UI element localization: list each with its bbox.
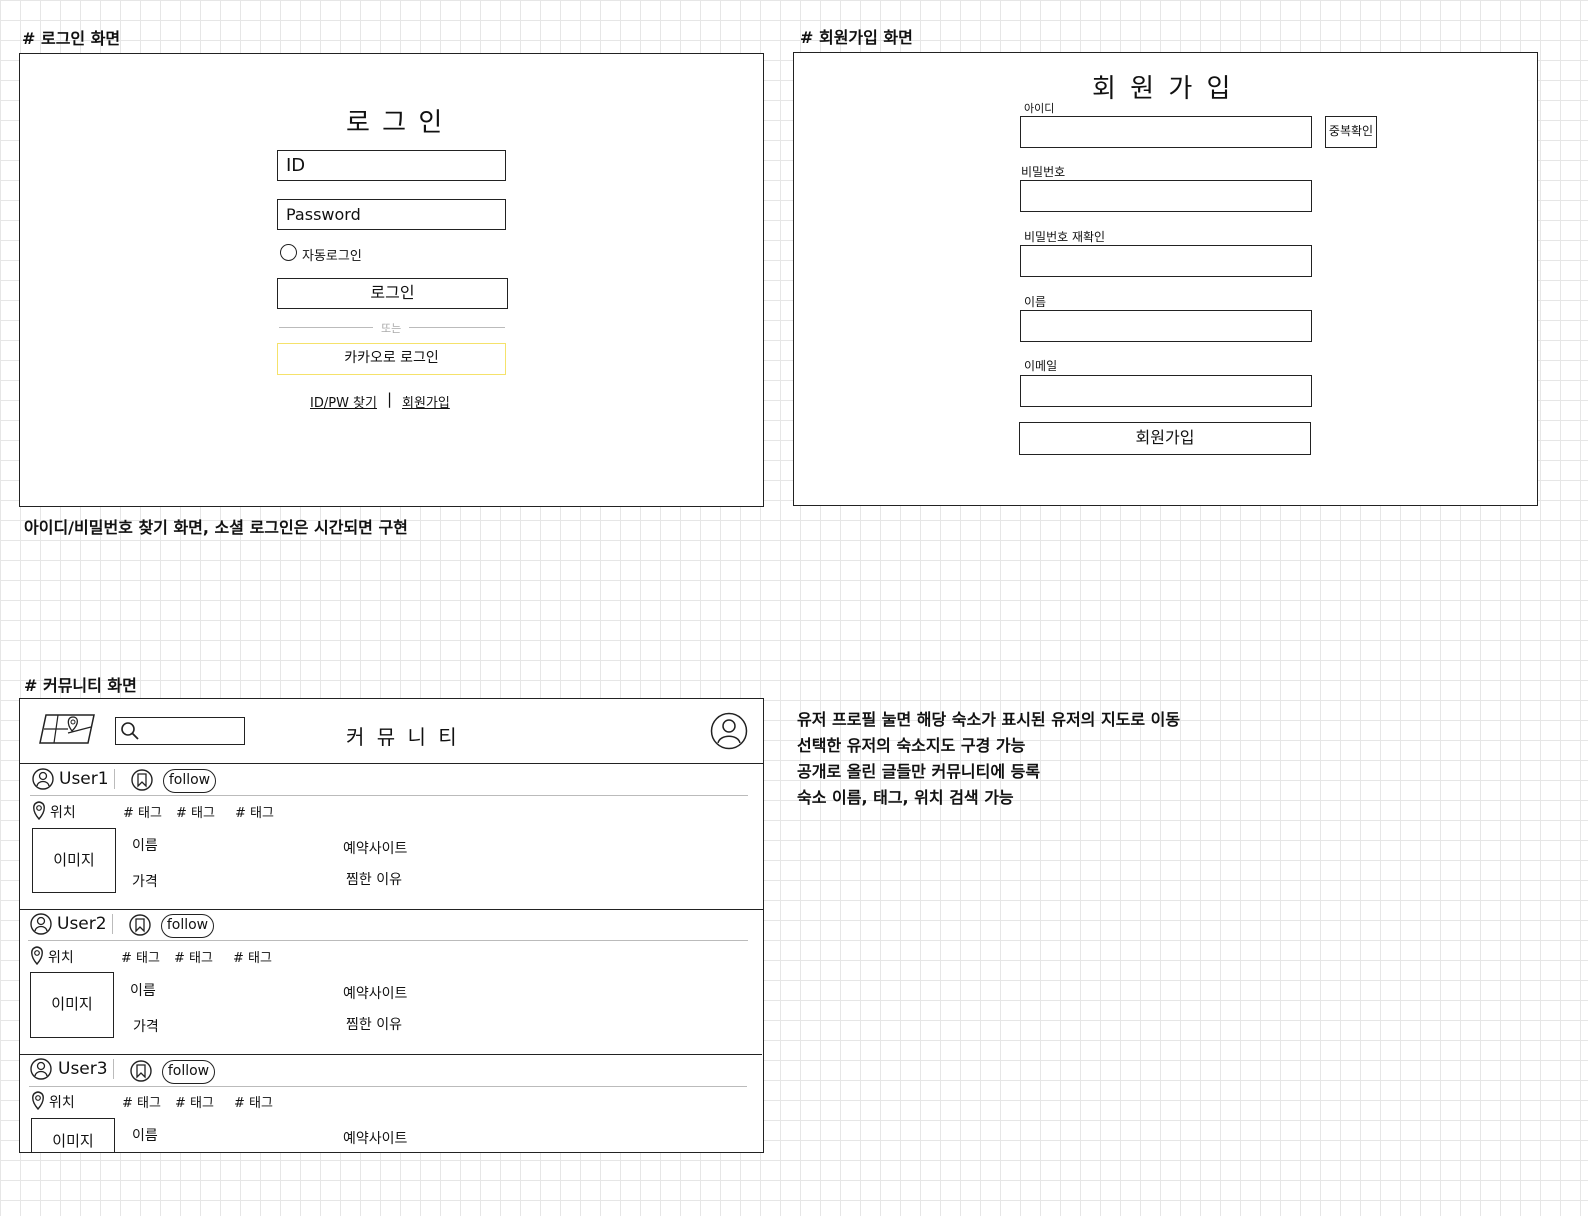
post-name: 이름 [132, 1128, 158, 1144]
signup-id-input[interactable] [1020, 116, 1312, 148]
post-header-divider [30, 795, 748, 796]
post-name: 이름 [132, 838, 158, 854]
id-input[interactable]: ID [277, 150, 506, 181]
bookmark-icon[interactable] [131, 769, 153, 791]
username-divider [113, 1059, 114, 1079]
map-logo-icon[interactable] [38, 713, 96, 745]
post-reason: 찜한 이유 [346, 872, 402, 888]
note-line: 숙소 이름, 태그, 위치 검색 가능 [797, 788, 1014, 807]
post-tag[interactable]: # 태그 [123, 802, 162, 821]
auto-login-label: 자동로그인 [302, 249, 362, 264]
signup-email-input[interactable] [1020, 375, 1312, 407]
community-notes: 유저 프로필 눌면 해당 숙소가 표시된 유저의 지도로 이동 선택한 유저의 … [797, 707, 1180, 811]
community-frame: 커 뮤 니 티 User1 follow 위치 # 태그 # 태그 # 태그 이… [19, 698, 764, 1153]
post-price: 가격 [133, 1019, 159, 1035]
note-line: 공개로 올린 글들만 커뮤니티에 등록 [797, 762, 1041, 781]
username-divider [112, 914, 113, 934]
signup-name-label: 이름 [1024, 295, 1047, 309]
community-section-heading: # 커뮤니티 화면 [24, 676, 137, 695]
post-tag[interactable]: # 태그 [235, 802, 274, 821]
follow-button[interactable]: follow [163, 769, 216, 793]
location-pin-icon [31, 946, 43, 965]
post-tag[interactable]: # 태그 [174, 947, 213, 966]
login-memo: 아이디/비밀번호 찾기 화면, 소셜 로그인은 시간되면 구현 [24, 518, 408, 537]
signup-password-input[interactable] [1020, 180, 1312, 212]
link-separator: | [387, 390, 393, 408]
post-image[interactable]: 이미지 [31, 1118, 115, 1152]
user-icon[interactable] [30, 913, 52, 935]
post-tag[interactable]: # 태그 [175, 1092, 214, 1111]
location-pin-icon [33, 801, 45, 820]
post-image[interactable]: 이미지 [32, 828, 116, 893]
auto-login-radio[interactable] [280, 244, 297, 261]
post-location[interactable]: 위치 [50, 802, 76, 822]
id-placeholder: ID [286, 155, 306, 176]
post-tag[interactable]: # 태그 [233, 947, 272, 966]
header-divider [20, 763, 763, 764]
location-pin-icon [32, 1091, 44, 1110]
user-icon[interactable] [30, 1058, 52, 1080]
signup-title: 회 원 가 입 [1092, 74, 1234, 104]
profile-avatar-icon[interactable] [710, 712, 748, 750]
find-id-pw-link[interactable]: ID/PW 찾기 [310, 392, 377, 411]
search-icon [121, 722, 139, 740]
bookmark-icon[interactable] [130, 1060, 152, 1082]
follow-button[interactable]: follow [162, 1060, 215, 1084]
community-title: 커 뮤 니 티 [346, 725, 460, 749]
note-line: 선택한 유저의 숙소지도 구경 가능 [797, 736, 1026, 755]
signup-name-input[interactable] [1020, 310, 1312, 342]
signup-submit-button[interactable]: 회원가입 [1019, 422, 1311, 455]
signup-link[interactable]: 회원가입 [402, 392, 450, 411]
signup-password-label: 비밀번호 [1021, 165, 1066, 179]
signup-password-confirm-label: 비밀번호 재확인 [1024, 230, 1106, 244]
login-button[interactable]: 로그인 [277, 278, 508, 309]
post-username[interactable]: User2 [57, 914, 107, 934]
post-divider [20, 909, 763, 910]
post-divider [20, 1054, 762, 1055]
post-tag[interactable]: # 태그 [121, 947, 160, 966]
follow-button[interactable]: follow [161, 914, 214, 938]
post-header-divider [28, 940, 748, 941]
divider-text: 또는 [381, 322, 402, 335]
post-username[interactable]: User3 [58, 1059, 108, 1079]
post-tag[interactable]: # 태그 [122, 1092, 161, 1111]
signup-id-label: 아이디 [1024, 102, 1055, 115]
bookmark-icon[interactable] [129, 914, 151, 936]
post-tag[interactable]: # 태그 [234, 1092, 273, 1111]
kakao-login-button[interactable]: 카카오로 로그인 [277, 343, 506, 375]
password-input[interactable]: Password [277, 199, 506, 230]
duplicate-check-button[interactable]: 중복확인 [1325, 116, 1377, 148]
post-booking-site[interactable]: 예약사이트 [343, 1128, 407, 1148]
divider-left [279, 327, 373, 328]
post-booking-site[interactable]: 예약사이트 [343, 838, 407, 858]
login-title: 로 그 인 [346, 108, 445, 138]
post-header-divider [29, 1086, 747, 1087]
login-section-heading: # 로그인 화면 [22, 29, 121, 48]
password-placeholder: Password [286, 205, 361, 224]
user-icon[interactable] [32, 768, 54, 790]
post-location[interactable]: 위치 [49, 1092, 75, 1112]
post-image[interactable]: 이미지 [30, 972, 114, 1038]
signup-email-label: 이메일 [1024, 359, 1058, 373]
divider-right [409, 327, 505, 328]
post-username[interactable]: User1 [59, 769, 109, 789]
signup-section-heading: # 회원가입 화면 [800, 28, 913, 47]
note-line: 유저 프로필 눌면 해당 숙소가 표시된 유저의 지도로 이동 [797, 710, 1181, 729]
post-name: 이름 [130, 983, 156, 999]
search-input[interactable] [115, 717, 245, 745]
post-price: 가격 [132, 874, 158, 890]
post-reason: 찜한 이유 [346, 1017, 402, 1033]
post-tag[interactable]: # 태그 [176, 802, 215, 821]
post-location[interactable]: 위치 [48, 947, 74, 967]
signup-password-confirm-input[interactable] [1020, 245, 1312, 277]
username-divider [114, 769, 115, 789]
post-booking-site[interactable]: 예약사이트 [343, 983, 407, 1003]
